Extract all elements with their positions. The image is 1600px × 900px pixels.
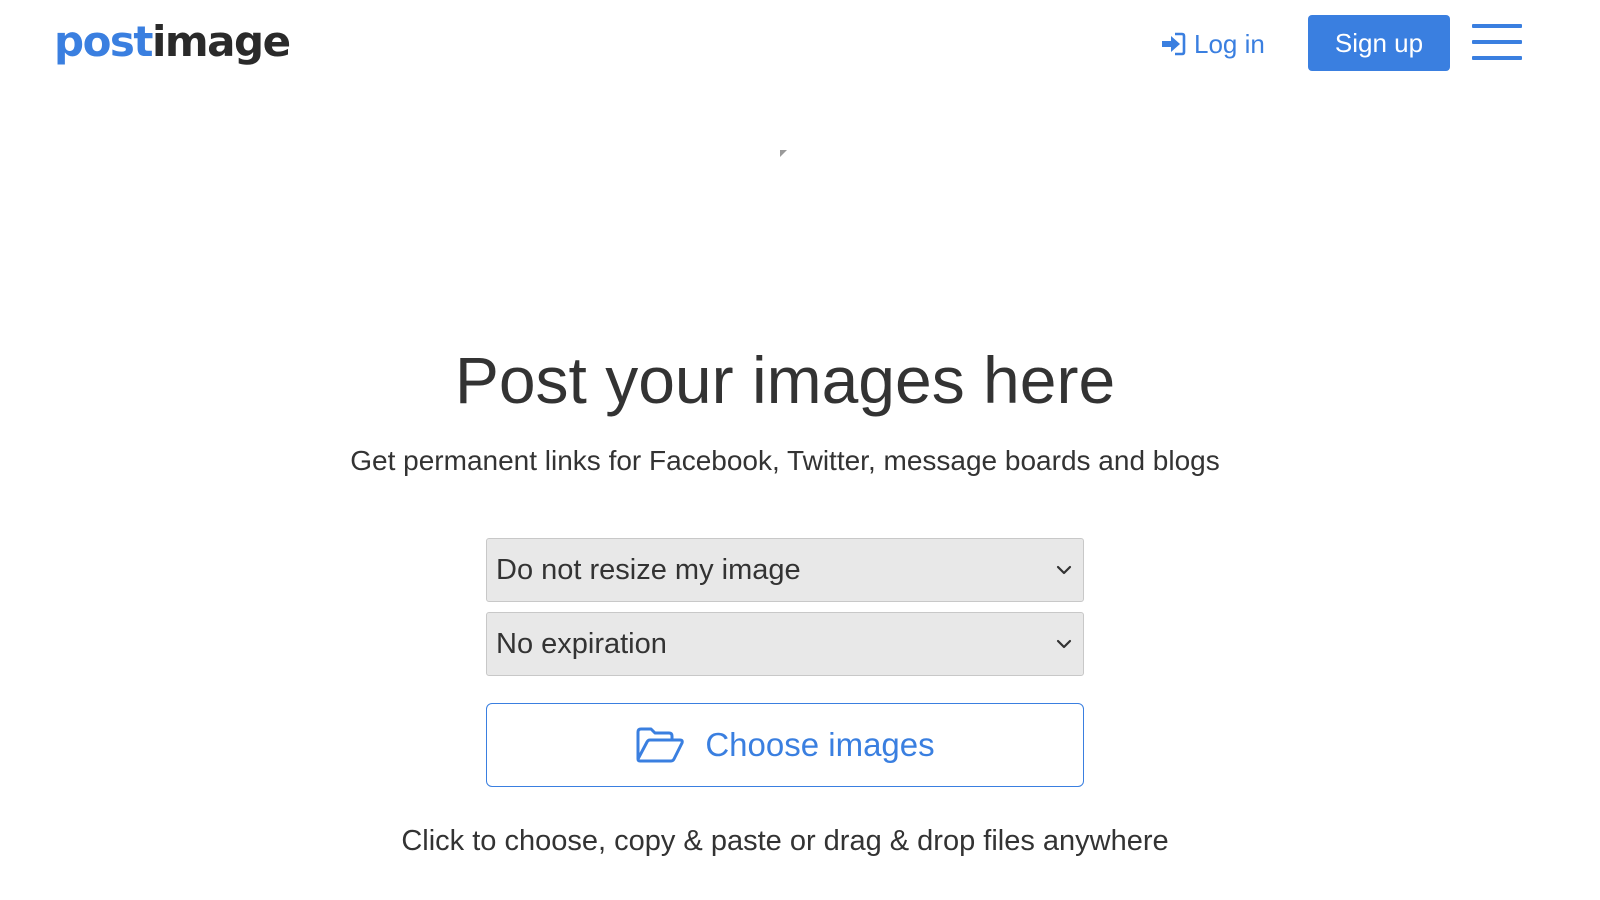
folder-open-icon [636, 727, 685, 763]
resize-select-value: Do not resize my image [496, 554, 801, 586]
hamburger-menu-icon[interactable] [1472, 22, 1522, 62]
page-subtitle: Get permanent links for Facebook, Twitte… [350, 445, 1220, 476]
signup-button[interactable]: Sign up [1308, 15, 1450, 71]
sign-in-icon [1162, 32, 1186, 56]
chevron-down-icon [1056, 639, 1072, 649]
menu-bar [1472, 24, 1522, 28]
chevron-down-icon [1056, 565, 1072, 575]
postimage-logo[interactable]: postimage [54, 14, 291, 70]
login-label: Log in [1194, 28, 1265, 59]
expiration-select-value: No expiration [496, 628, 667, 660]
menu-bar [1472, 40, 1522, 44]
upload-hint: Click to choose, copy & paste or drag & … [401, 825, 1169, 857]
menu-bar [1472, 56, 1522, 60]
choose-images-label: Choose images [705, 726, 935, 763]
login-link[interactable]: Log in [1160, 24, 1265, 64]
resize-select[interactable]: Do not resize my image [486, 538, 1084, 602]
expiration-select[interactable]: No expiration [486, 612, 1084, 676]
broken-image-icon [780, 150, 787, 157]
page-title: Post your images here [454, 343, 1116, 417]
site-header: postimage Log in Sign up [0, 0, 1600, 90]
choose-images-button[interactable]: Choose images [486, 703, 1084, 787]
